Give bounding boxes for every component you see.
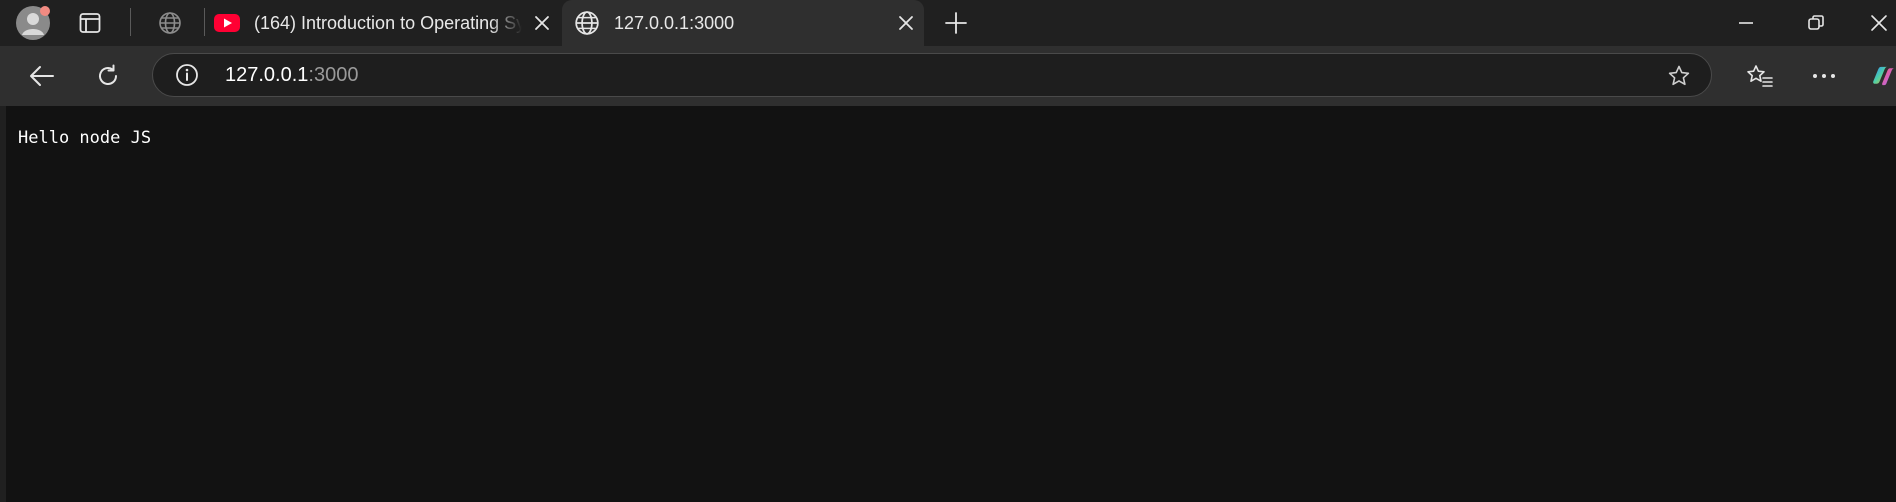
close-icon <box>899 16 913 30</box>
more-dots-icon <box>1813 74 1835 78</box>
favorites-button[interactable] <box>1740 58 1780 94</box>
page-viewport: Hello node JS <box>6 106 1896 502</box>
tab-separator <box>130 8 131 36</box>
profile-avatar-icon <box>16 6 50 40</box>
back-button[interactable] <box>22 58 62 94</box>
page-body-text: Hello node JS <box>18 128 152 148</box>
browser-window: (164) Introduction to Operating Sy 127.0… <box>0 0 1896 502</box>
address-bar[interactable]: 127.0.0.1:3000 <box>152 53 1712 97</box>
url-host: 127.0.0.1 <box>225 64 309 86</box>
workspaces-button[interactable] <box>72 6 108 40</box>
close-tab-button[interactable] <box>892 9 920 37</box>
more-menu-button[interactable] <box>1804 58 1844 94</box>
tab-separator <box>204 8 205 36</box>
tab-title: 127.0.0.1:3000 <box>614 12 735 33</box>
restore-button[interactable] <box>1796 6 1836 40</box>
arrow-left-icon <box>30 66 54 86</box>
tab-title: (164) Introduction to Operating Sy <box>254 12 522 33</box>
globe-icon <box>575 11 599 35</box>
close-icon <box>1871 15 1887 31</box>
info-icon <box>176 64 198 86</box>
favorites-list-icon <box>1747 65 1773 87</box>
minimize-icon <box>1739 22 1753 24</box>
site-info-button[interactable] <box>173 61 201 89</box>
address-url[interactable]: 127.0.0.1:3000 <box>225 64 358 87</box>
youtube-icon <box>214 14 240 32</box>
browser-toolbar: 127.0.0.1:3000 <box>0 46 1896 106</box>
close-tab-button[interactable] <box>528 9 556 37</box>
add-favorite-button[interactable] <box>1665 62 1693 90</box>
refresh-icon <box>99 64 117 85</box>
copilot-button[interactable] <box>1866 58 1896 94</box>
profile-button[interactable] <box>14 4 52 42</box>
globe-icon <box>159 12 181 34</box>
new-tab-button[interactable] <box>938 6 974 40</box>
pinned-tab[interactable] <box>152 6 188 40</box>
tab-youtube[interactable]: (164) Introduction to Operating Sy <box>208 0 560 46</box>
tab-strip: (164) Introduction to Operating Sy 127.0… <box>0 0 1896 46</box>
notification-badge <box>40 6 50 16</box>
close-window-button[interactable] <box>1862 6 1896 40</box>
url-port: :3000 <box>308 64 359 86</box>
copilot-icon <box>1873 66 1895 86</box>
plus-icon <box>945 12 967 34</box>
minimize-button[interactable] <box>1726 6 1766 40</box>
close-icon <box>535 16 549 30</box>
restore-icon <box>1808 15 1824 30</box>
refresh-button[interactable] <box>88 58 128 94</box>
star-icon <box>1668 65 1690 86</box>
tab-localhost[interactable]: 127.0.0.1:3000 <box>562 0 924 46</box>
workspaces-icon <box>79 13 101 33</box>
